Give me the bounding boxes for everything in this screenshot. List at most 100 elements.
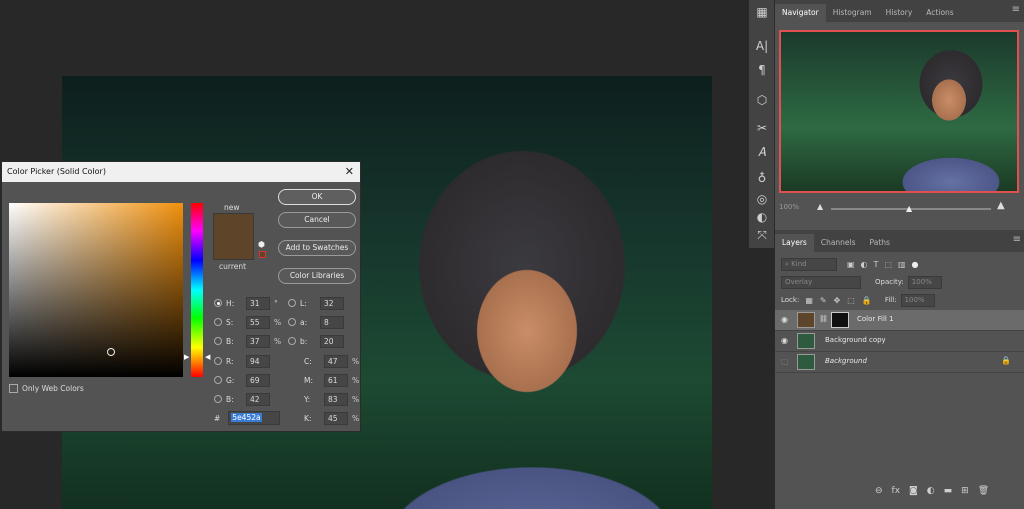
panel-icon-strip: ▦ A| ¶ ⬡ ✂ 𝐴 ♁ ◎ ◐ ⤧: [748, 0, 774, 248]
hue-arrow-right-icon[interactable]: ◀: [205, 353, 210, 361]
lab-a-row: a: 8: [288, 315, 344, 329]
blue-radio[interactable]: [214, 395, 222, 403]
tab-histogram[interactable]: Histogram: [826, 4, 879, 22]
lab-l-row: L: 32: [288, 296, 344, 310]
lab-b-input[interactable]: 20: [320, 334, 344, 348]
zoom-value[interactable]: 100%: [779, 203, 799, 211]
tab-history[interactable]: History: [879, 4, 920, 22]
lab-a-input[interactable]: 8: [320, 315, 344, 329]
paragraph-icon[interactable]: ¶: [749, 58, 775, 82]
layer-thumbnail[interactable]: [797, 333, 815, 349]
color-libraries-button[interactable]: Color Libraries: [278, 268, 356, 284]
add-to-swatches-button[interactable]: Add to Swatches: [278, 240, 356, 256]
filter-icons[interactable]: ▣◐T⬚▥: [847, 260, 912, 269]
magenta-input[interactable]: 61: [324, 373, 348, 387]
lab-a-radio[interactable]: [288, 318, 296, 326]
green-input[interactable]: 69: [246, 373, 270, 387]
layer-mask-thumbnail[interactable]: [831, 312, 849, 328]
tab-channels[interactable]: Channels: [814, 234, 863, 252]
fx-icon[interactable]: fx: [892, 486, 901, 496]
layer-row[interactable]: ◉ Background copy: [775, 331, 1024, 352]
lightbulb-icon[interactable]: ♁: [749, 166, 775, 190]
3d-icon[interactable]: ⬡: [749, 88, 775, 112]
layer-thumbnail[interactable]: [797, 354, 815, 370]
layer-row[interactable]: □ Background 🔒: [775, 352, 1024, 373]
hue-input[interactable]: 31: [246, 296, 270, 310]
libraries-icon[interactable]: ▦: [749, 0, 775, 24]
web-safe-swatch[interactable]: [259, 251, 266, 258]
brightness-input[interactable]: 37: [246, 334, 270, 348]
layer-name[interactable]: Background copy: [825, 336, 886, 344]
ok-button[interactable]: OK: [278, 189, 356, 205]
close-icon[interactable]: ✕: [345, 162, 354, 182]
link-icon[interactable]: ⛓: [819, 315, 828, 323]
layer-thumbnail[interactable]: [797, 312, 815, 328]
hex-value: 5e452a: [231, 413, 262, 422]
visibility-eye-icon[interactable]: ◉: [781, 336, 791, 345]
layer-name[interactable]: Color Fill 1: [857, 315, 894, 323]
lab-l-radio[interactable]: [288, 299, 296, 307]
green-radio[interactable]: [214, 376, 222, 384]
filter-toggle-icon[interactable]: ●: [912, 260, 919, 269]
only-web-colors-checkbox[interactable]: [9, 384, 18, 393]
lab-l-label: L:: [300, 298, 307, 308]
layers-menu-icon[interactable]: ≡: [1013, 234, 1021, 245]
character-icon[interactable]: A|: [749, 34, 775, 58]
hue-unit: °: [274, 298, 278, 308]
adjustment-layer-icon[interactable]: ◐: [927, 486, 935, 496]
blue-input[interactable]: 42: [246, 392, 270, 406]
visibility-eye-icon[interactable]: ◉: [781, 315, 791, 324]
saturation-radio[interactable]: [214, 318, 222, 326]
new-group-icon[interactable]: ▬: [944, 486, 953, 496]
glyphs-icon[interactable]: 𝐴: [749, 140, 775, 164]
red-input[interactable]: 94: [246, 354, 270, 368]
layer-name[interactable]: Background: [825, 357, 867, 365]
opacity-input[interactable]: 100%: [907, 275, 942, 289]
black-input[interactable]: 45: [324, 411, 348, 425]
lock-icons[interactable]: ▦✎✥⬚🔒: [805, 296, 878, 305]
navigator-preview[interactable]: [779, 30, 1019, 193]
hue-slider[interactable]: [191, 203, 203, 377]
lock-icon[interactable]: 🔒: [1001, 356, 1011, 365]
saturation-input[interactable]: 55: [246, 315, 270, 329]
add-mask-icon[interactable]: ◙: [909, 486, 918, 496]
yellow-input[interactable]: 83: [324, 392, 348, 406]
only-web-colors-option[interactable]: Only Web Colors: [9, 384, 84, 393]
visibility-off-icon[interactable]: □: [781, 357, 791, 366]
tab-layers[interactable]: Layers: [775, 234, 814, 252]
lab-l-input[interactable]: 32: [320, 296, 344, 310]
brightness-label: B:: [226, 336, 234, 346]
delete-layer-icon[interactable]: 🗑: [978, 486, 989, 496]
color-cursor[interactable]: [107, 348, 115, 356]
red-radio[interactable]: [214, 357, 222, 365]
lock-row: Lock: ▦✎✥⬚🔒 Fill: 100%: [775, 290, 1024, 310]
cyan-input[interactable]: 47: [324, 354, 348, 368]
color-icon[interactable]: ◎: [749, 190, 775, 208]
tab-actions[interactable]: Actions: [919, 4, 960, 22]
web-safe-cube-icon[interactable]: ⬢: [258, 240, 265, 249]
brush-icon[interactable]: ⤧: [749, 226, 775, 244]
lab-b-radio[interactable]: [288, 337, 296, 345]
brightness-radio[interactable]: [214, 337, 222, 345]
dialog-titlebar[interactable]: Color Picker (Solid Color) ✕: [2, 162, 360, 182]
panel-menu-icon[interactable]: ≡: [1012, 4, 1020, 15]
cancel-button[interactable]: Cancel: [278, 212, 356, 228]
zoom-out-icon[interactable]: ▲: [817, 202, 823, 211]
new-layer-icon[interactable]: ⊞: [961, 486, 969, 496]
zoom-slider-thumb[interactable]: ▲: [906, 204, 912, 213]
tool-presets-icon[interactable]: ✂: [749, 116, 775, 140]
kind-filter[interactable]: ⌕ Kind: [781, 257, 837, 271]
zoom-in-icon[interactable]: ▲: [997, 200, 1005, 211]
hue-radio[interactable]: [214, 299, 222, 307]
black-label: K:: [304, 413, 312, 423]
layer-row[interactable]: ◉ ⛓ Color Fill 1: [775, 310, 1024, 331]
adjustments-icon[interactable]: ◐: [749, 208, 775, 226]
tab-navigator[interactable]: Navigator: [775, 4, 826, 22]
hue-arrow-left-icon[interactable]: ▶: [184, 353, 189, 361]
blend-mode-select[interactable]: Overlay: [781, 275, 861, 289]
hex-input[interactable]: 5e452a: [228, 411, 281, 425]
fill-input[interactable]: 100%: [900, 293, 935, 307]
link-layers-icon[interactable]: ⊖: [875, 486, 883, 496]
saturation-brightness-field[interactable]: [9, 203, 183, 377]
tab-paths[interactable]: Paths: [863, 234, 897, 252]
